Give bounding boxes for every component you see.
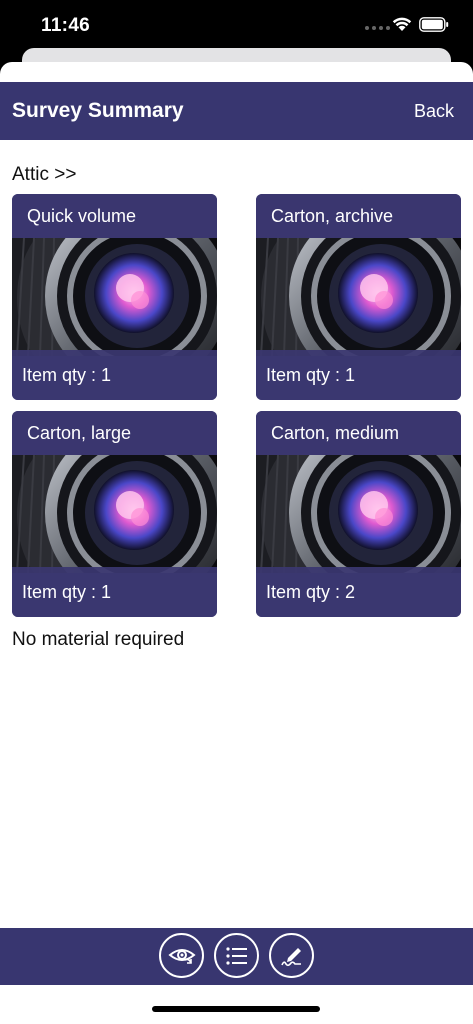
bottom-toolbar <box>0 928 473 985</box>
item-card-title: Carton, medium <box>256 411 461 455</box>
modal-sheet: Survey Summary Back Attic >> Quick volum… <box>0 62 473 1024</box>
view-button[interactable] <box>159 933 204 978</box>
item-card[interactable]: Carton, archive Item qty : 1 <box>256 194 461 400</box>
cellular-signal-icon <box>365 26 390 30</box>
item-card-qty: Item qty : 1 <box>256 350 461 400</box>
list-button[interactable] <box>214 933 259 978</box>
back-button[interactable]: Back <box>414 101 454 122</box>
item-card[interactable]: Carton, medium Item qty : 2 <box>256 411 461 617</box>
list-icon <box>225 946 247 965</box>
item-photo <box>256 455 461 573</box>
item-card-title: Carton, large <box>12 411 217 455</box>
camera-lens-image <box>256 455 461 573</box>
wifi-icon <box>392 17 412 31</box>
section-title: Attic >> <box>12 164 77 185</box>
item-card-title: Carton, archive <box>256 194 461 238</box>
signature-icon <box>280 947 301 966</box>
battery-icon <box>419 17 449 32</box>
item-card[interactable]: Quick volume Item qty : 1 <box>12 194 217 400</box>
camera-lens-image <box>256 238 461 356</box>
item-card-qty: Item qty : 1 <box>12 350 217 400</box>
item-photo <box>256 238 461 356</box>
status-time: 11:46 <box>41 15 91 36</box>
page-title: Survey Summary <box>12 99 184 122</box>
home-indicator <box>152 1006 320 1012</box>
material-note: No material required <box>12 629 185 650</box>
item-card-title: Quick volume <box>12 194 217 238</box>
camera-lens-image <box>12 455 217 573</box>
nav-bar: Survey Summary Back <box>0 82 473 140</box>
item-photo <box>12 238 217 356</box>
item-card-qty: Item qty : 2 <box>256 567 461 617</box>
signature-button[interactable] <box>269 933 314 978</box>
eye-icon <box>167 948 196 964</box>
item-card[interactable]: Carton, large Item qty : 1 <box>12 411 217 617</box>
item-card-qty: Item qty : 1 <box>12 567 217 617</box>
camera-lens-image <box>12 238 217 356</box>
item-photo <box>12 455 217 573</box>
